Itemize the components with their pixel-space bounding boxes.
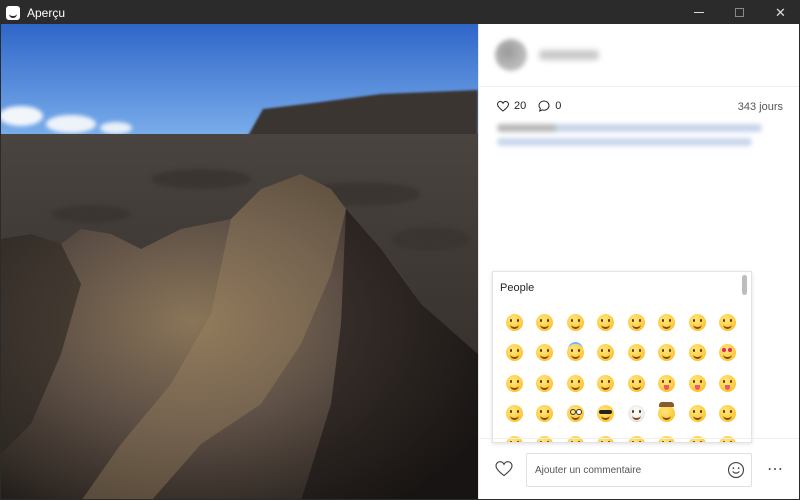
emoji-stuck-out-tongue-closed[interactable] bbox=[682, 368, 713, 399]
post-photo bbox=[1, 24, 478, 499]
blurred-caption bbox=[497, 124, 767, 152]
close-icon: ✕ bbox=[775, 4, 786, 20]
emoji-relaxed[interactable] bbox=[499, 338, 530, 369]
emoji-joy[interactable] bbox=[682, 307, 713, 338]
emoji-relieved[interactable] bbox=[682, 338, 713, 369]
emoji-slight-smile[interactable] bbox=[591, 338, 622, 369]
upside-down-icon bbox=[627, 344, 645, 362]
heart-eyes-icon bbox=[719, 344, 737, 362]
smile-icon bbox=[566, 313, 584, 331]
relieved-icon bbox=[688, 344, 706, 362]
emoji-kissing-heart[interactable] bbox=[499, 368, 530, 399]
emoji-unamused[interactable] bbox=[713, 399, 744, 430]
blush-icon bbox=[536, 344, 554, 362]
emoji-grid bbox=[499, 307, 744, 442]
like-count: 20 bbox=[514, 100, 527, 112]
avatar[interactable] bbox=[495, 39, 527, 71]
emoji-cowboy[interactable] bbox=[652, 399, 683, 430]
minimize-icon bbox=[693, 12, 704, 13]
sunglasses-icon bbox=[597, 405, 615, 423]
emoji-yum[interactable] bbox=[621, 368, 652, 399]
emoji-hugging[interactable] bbox=[530, 399, 561, 430]
cowboy-icon bbox=[658, 402, 676, 423]
emoji-money-mouth[interactable] bbox=[499, 399, 530, 430]
smiley-icon[interactable] bbox=[727, 461, 745, 479]
emoji-grinning[interactable] bbox=[499, 307, 530, 338]
smiley-icon bbox=[536, 313, 554, 331]
emoji-stuck-out-tongue[interactable] bbox=[713, 368, 744, 399]
heart-icon[interactable] bbox=[497, 100, 509, 112]
emoji-smile[interactable] bbox=[560, 307, 591, 338]
post-stats: 20 0 bbox=[497, 100, 573, 112]
app-window: Aperçu ✕ 20 0 343 jours People Ajouter u… bbox=[0, 0, 800, 500]
close-button[interactable]: ✕ bbox=[760, 1, 799, 24]
emoji-innocent[interactable] bbox=[560, 338, 591, 369]
comment-input[interactable]: Ajouter un commentaire bbox=[526, 453, 752, 487]
emoji-grin[interactable] bbox=[591, 307, 622, 338]
emoji-picker: People bbox=[492, 271, 752, 443]
kissing-closed-eyes-icon bbox=[597, 374, 615, 392]
emoji-rofl[interactable] bbox=[713, 307, 744, 338]
app-icon bbox=[6, 5, 20, 20]
emoji-nerd[interactable] bbox=[560, 399, 591, 430]
clown-icon bbox=[627, 405, 645, 423]
stuck-out-tongue-icon bbox=[719, 374, 737, 392]
nerd-icon bbox=[566, 405, 584, 423]
sweat-smile-icon bbox=[658, 313, 676, 331]
emoji-wink[interactable] bbox=[652, 338, 683, 369]
kissing-icon bbox=[536, 374, 554, 392]
title-bar: Aperçu ✕ bbox=[1, 1, 799, 24]
emoji-heart-eyes[interactable] bbox=[713, 338, 744, 369]
grin-icon bbox=[597, 313, 615, 331]
emoji-category-title: People bbox=[500, 282, 535, 294]
emoji-kissing-smiling[interactable] bbox=[560, 368, 591, 399]
rofl-icon bbox=[719, 313, 737, 331]
comment-bar: Ajouter un commentaire ⋯ bbox=[479, 438, 799, 499]
money-mouth-icon bbox=[505, 405, 523, 423]
post-author[interactable] bbox=[479, 24, 799, 87]
emoji-smiley[interactable] bbox=[530, 307, 561, 338]
hugging-icon bbox=[536, 405, 554, 423]
kissing-smiling-icon bbox=[566, 374, 584, 392]
kissing-heart-icon bbox=[505, 374, 523, 392]
yum-icon bbox=[627, 374, 645, 392]
smirk-icon bbox=[688, 405, 706, 423]
slight-smile-icon bbox=[597, 344, 615, 362]
window-title: Aperçu bbox=[27, 5, 66, 20]
emoji-kissing[interactable] bbox=[530, 368, 561, 399]
laughing-icon bbox=[627, 313, 645, 331]
like-button-heart-icon[interactable] bbox=[495, 461, 513, 477]
emoji-stuck-out-tongue-winking[interactable] bbox=[652, 368, 683, 399]
comment-count: 0 bbox=[555, 100, 562, 112]
emoji-upside-down[interactable] bbox=[621, 338, 652, 369]
emoji-sweat-smile[interactable] bbox=[652, 307, 683, 338]
emoji-laughing[interactable] bbox=[621, 307, 652, 338]
blurred-username bbox=[539, 50, 599, 60]
stuck-out-tongue-closed-icon bbox=[688, 374, 706, 392]
emoji-clown[interactable] bbox=[621, 399, 652, 430]
volcanic-rock-image bbox=[1, 24, 478, 499]
minimize-button[interactable] bbox=[678, 1, 719, 24]
window-controls: ✕ bbox=[678, 1, 799, 24]
grinning-icon bbox=[505, 313, 523, 331]
wink-icon bbox=[658, 344, 676, 362]
maximize-icon bbox=[735, 8, 744, 17]
joy-icon bbox=[688, 313, 706, 331]
comment-icon[interactable] bbox=[538, 100, 550, 112]
post-details-panel: 20 0 343 jours People Ajouter un comment… bbox=[478, 24, 799, 499]
comment-placeholder: Ajouter un commentaire bbox=[535, 464, 642, 476]
stuck-out-tongue-winking-icon bbox=[658, 374, 676, 392]
maximize-button[interactable] bbox=[719, 1, 760, 24]
unamused-icon bbox=[719, 405, 737, 423]
innocent-icon bbox=[566, 344, 584, 362]
more-options-button[interactable]: ⋯ bbox=[767, 459, 784, 479]
emoji-sunglasses[interactable] bbox=[591, 399, 622, 430]
relaxed-icon bbox=[505, 344, 523, 362]
emoji-picker-scrollbar[interactable] bbox=[742, 275, 747, 295]
emoji-kissing-closed-eyes[interactable] bbox=[591, 368, 622, 399]
post-age: 343 jours bbox=[737, 101, 783, 113]
emoji-smirk[interactable] bbox=[682, 399, 713, 430]
emoji-blush[interactable] bbox=[530, 338, 561, 369]
